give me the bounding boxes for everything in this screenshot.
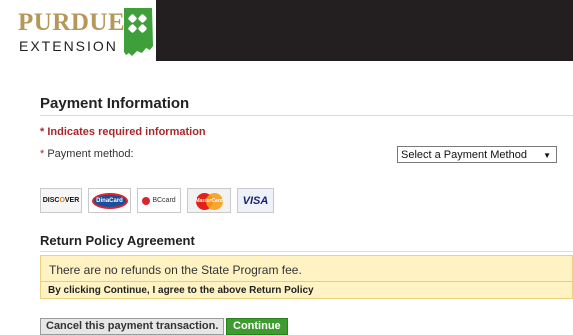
required-info-note: * Indicates required information bbox=[40, 126, 206, 138]
discover-card-icon: DISC O VER bbox=[40, 188, 82, 213]
payment-method-selected-value: Select a Payment Method bbox=[401, 149, 527, 161]
payment-method-label: * Payment method: bbox=[40, 148, 134, 160]
return-policy-agreement: By clicking Continue, I agree to the abo… bbox=[48, 285, 314, 296]
return-policy-text: There are no refunds on the State Progra… bbox=[49, 263, 302, 277]
header-bar bbox=[156, 0, 573, 61]
dinacard-icon: DinaCard bbox=[88, 188, 131, 213]
return-policy-box: There are no refunds on the State Progra… bbox=[40, 255, 573, 299]
bccard-icon: BCcard bbox=[137, 188, 181, 213]
indiana-clover-icon bbox=[124, 8, 153, 56]
payment-info-heading: Payment Information bbox=[40, 95, 190, 112]
dropdown-arrow-icon: ▼ bbox=[543, 151, 551, 160]
divider bbox=[40, 251, 573, 252]
purdue-extension-logo[interactable]: PURDUE EXTENSION bbox=[6, 4, 156, 60]
required-mark: * bbox=[40, 148, 45, 160]
mastercard-icon: MasterCard bbox=[187, 188, 231, 213]
visa-card-icon: VISA bbox=[237, 188, 274, 213]
payment-method-select[interactable]: Select a Payment Method ▼ bbox=[397, 146, 557, 163]
logo-purdue-text: PURDUE bbox=[18, 9, 126, 36]
cancel-payment-button[interactable]: Cancel this payment transaction. bbox=[40, 318, 225, 335]
policy-separator bbox=[41, 281, 572, 282]
return-policy-heading: Return Policy Agreement bbox=[40, 233, 195, 248]
logo-extension-text: EXTENSION bbox=[19, 38, 118, 54]
divider bbox=[40, 115, 573, 116]
payment-method-label-text: Payment method: bbox=[47, 148, 134, 160]
continue-button[interactable]: Continue bbox=[226, 318, 288, 335]
